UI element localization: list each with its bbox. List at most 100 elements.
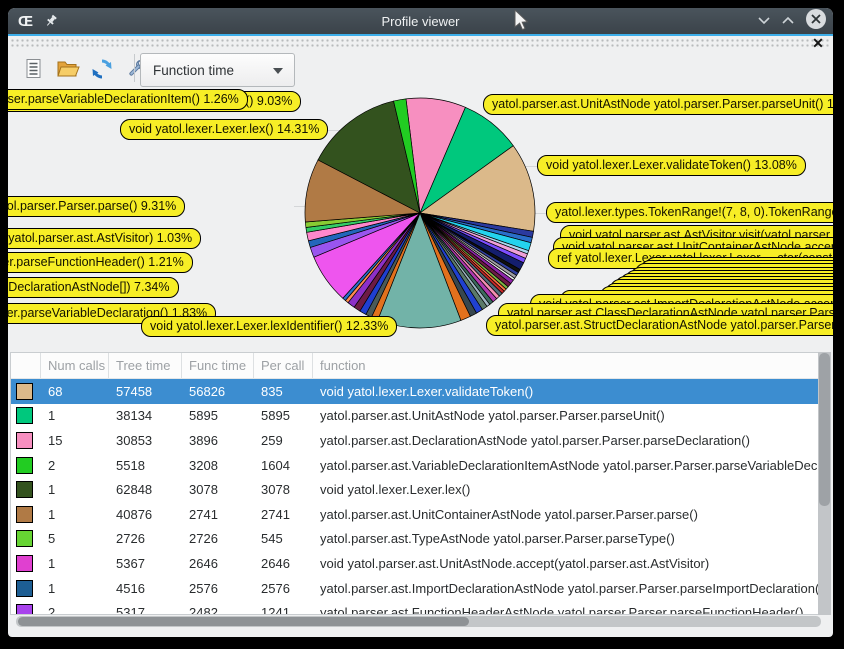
column-header[interactable]: [11, 353, 41, 378]
table-row[interactable]: 15308533896259yatol.parser.ast.Declarati…: [11, 428, 828, 453]
cell-value: 5895: [182, 408, 254, 423]
table-row[interactable]: 2531724821241yatol.parser.ast.FunctionHe…: [11, 600, 828, 615]
cell-value: 15: [41, 433, 109, 448]
cell-value: 2726: [182, 531, 254, 546]
dock-grip[interactable]: [10, 38, 831, 49]
horizontal-scrollbar[interactable]: [16, 616, 821, 627]
table-row[interactable]: 13813458955895yatol.parser.ast.UnitAstNo…: [11, 404, 828, 429]
cell-value: 2: [41, 458, 109, 473]
cell-value: 3208: [182, 458, 254, 473]
profile-table: Num callsTree timeFunc timePer callfunct…: [10, 352, 829, 615]
cell-value: 1604: [254, 458, 313, 473]
cell-value: 5317: [109, 605, 182, 615]
cell-function: yatol.parser.ast.UnitContainerAstNode ya…: [313, 507, 828, 522]
table-row[interactable]: 2551832081604yatol.parser.ast.VariableDe…: [11, 453, 828, 478]
cell-value: 3896: [182, 433, 254, 448]
cell-value: 62848: [109, 482, 182, 497]
column-header[interactable]: Num calls: [41, 353, 109, 378]
cell-function: yatol.parser.ast.VariableDeclarationItem…: [313, 458, 828, 473]
color-swatch: [16, 555, 33, 572]
pie-callout: yatol.parser.ast.VariableDeclarationItem…: [8, 89, 248, 110]
cell-value: 56826: [182, 384, 254, 399]
pie-callout: yatol.parser.ast.UnitAstNode yatol.parse…: [483, 94, 833, 115]
vertical-scrollbar[interactable]: [818, 352, 831, 615]
window-title: Profile viewer: [8, 14, 833, 29]
color-swatch: [16, 604, 33, 615]
cell-function: yatol.parser.ast.TypeAstNode yatol.parse…: [313, 531, 828, 546]
table-body: 685745856826835void yatol.lexer.Lexer.va…: [11, 379, 828, 615]
vertical-scrollbar-thumb[interactable]: [819, 353, 830, 506]
table-row[interactable]: 685745856826835void yatol.lexer.Lexer.va…: [11, 379, 828, 404]
cell-value: 30853: [109, 433, 182, 448]
cell-function: yatol.parser.ast.ImportDeclarationAstNod…: [313, 581, 828, 596]
cell-value: 57458: [109, 384, 182, 399]
cell-value: 40876: [109, 507, 182, 522]
pie-callout: void yatol.parser.ast.UnitAstNode.accept…: [8, 228, 201, 249]
table-row[interactable]: 16284830783078void yatol.lexer.Lexer.lex…: [11, 477, 828, 502]
cell-value: 68: [41, 384, 109, 399]
pie-plot: yatol.parser.ast.DeclarationAstNode yato…: [8, 50, 833, 356]
cell-value: 3078: [254, 482, 313, 497]
cell-value: 2741: [254, 507, 313, 522]
cell-value: 835: [254, 384, 313, 399]
pie-callout: yatol.lexer.types.TokenRange!(7, 8, 0).T…: [546, 202, 833, 223]
pie-callout: void yatol.parser.Parser.parseDeclaratio…: [8, 277, 179, 298]
column-header[interactable]: function: [313, 353, 828, 378]
cell-value: 3078: [182, 482, 254, 497]
cell-function: yatol.parser.ast.FunctionHeaderAstNode y…: [313, 605, 828, 615]
titlebar[interactable]: Œ Profile viewer: [8, 8, 833, 34]
cell-value: 1: [41, 581, 109, 596]
column-header[interactable]: Per call: [254, 353, 313, 378]
pie-callout: void yatol.lexer.Lexer.validateToken() 1…: [537, 155, 806, 176]
table-row[interactable]: 1536726462646void yatol.parser.ast.UnitA…: [11, 551, 828, 576]
cell-value: 1241: [254, 605, 313, 615]
maximize-button[interactable]: [781, 12, 795, 30]
pie-callout: yatol.parser.ast.StructDeclarationAstNod…: [486, 315, 833, 336]
pie-callout: void yatol.lexer.Lexer.lex() 14.31%: [120, 119, 328, 140]
cell-value: 1: [41, 507, 109, 522]
table-row[interactable]: 1451625762576yatol.parser.ast.ImportDecl…: [11, 576, 828, 601]
color-swatch: [16, 580, 33, 597]
cell-value: 2726: [109, 531, 182, 546]
cell-value: 1: [41, 556, 109, 571]
pie-callout: void yatol.lexer.Lexer.lexIdentifier() 1…: [141, 316, 397, 337]
cell-value: 38134: [109, 408, 182, 423]
cell-value: 2482: [182, 605, 254, 615]
pie-callout: yatol.parser.ast.FunctionHeaderAstNode y…: [8, 252, 193, 273]
cell-function: void yatol.parser.ast.UnitAstNode.accept…: [313, 556, 828, 571]
horizontal-scrollbar-thumb[interactable]: [18, 617, 469, 626]
mouse-cursor: [514, 10, 530, 32]
cell-value: 2576: [182, 581, 254, 596]
cell-function: void yatol.lexer.Lexer.validateToken(): [313, 384, 828, 399]
color-swatch: [16, 432, 33, 449]
accent-line: [8, 34, 833, 36]
cell-value: 545: [254, 531, 313, 546]
column-header[interactable]: Func time: [182, 353, 254, 378]
cell-value: 1: [41, 408, 109, 423]
cell-value: 5367: [109, 556, 182, 571]
cell-value: 5: [41, 531, 109, 546]
cell-function: yatol.parser.ast.DeclarationAstNode yato…: [313, 433, 828, 448]
cell-value: 4516: [109, 581, 182, 596]
color-swatch: [16, 407, 33, 424]
cell-value: 1: [41, 482, 109, 497]
cell-value: 2576: [254, 581, 313, 596]
color-swatch: [16, 506, 33, 523]
cell-function: yatol.parser.ast.UnitAstNode yatol.parse…: [313, 408, 828, 423]
color-swatch: [16, 530, 33, 547]
table-row[interactable]: 14087627412741yatol.parser.ast.UnitConta…: [11, 502, 828, 527]
cell-value: 5518: [109, 458, 182, 473]
cell-value: 2646: [254, 556, 313, 571]
table-header: Num callsTree timeFunc timePer callfunct…: [11, 353, 828, 379]
column-header[interactable]: Tree time: [109, 353, 182, 378]
cell-value: 259: [254, 433, 313, 448]
table-row[interactable]: 527262726545yatol.parser.ast.TypeAstNode…: [11, 527, 828, 552]
color-swatch: [16, 457, 33, 474]
close-button[interactable]: [805, 8, 827, 35]
cell-value: 2646: [182, 556, 254, 571]
cell-value: 5895: [254, 408, 313, 423]
pie-chart: [302, 95, 538, 331]
color-swatch: [16, 481, 33, 498]
cell-function: void yatol.lexer.Lexer.lex(): [313, 482, 828, 497]
minimize-button[interactable]: [757, 12, 771, 30]
